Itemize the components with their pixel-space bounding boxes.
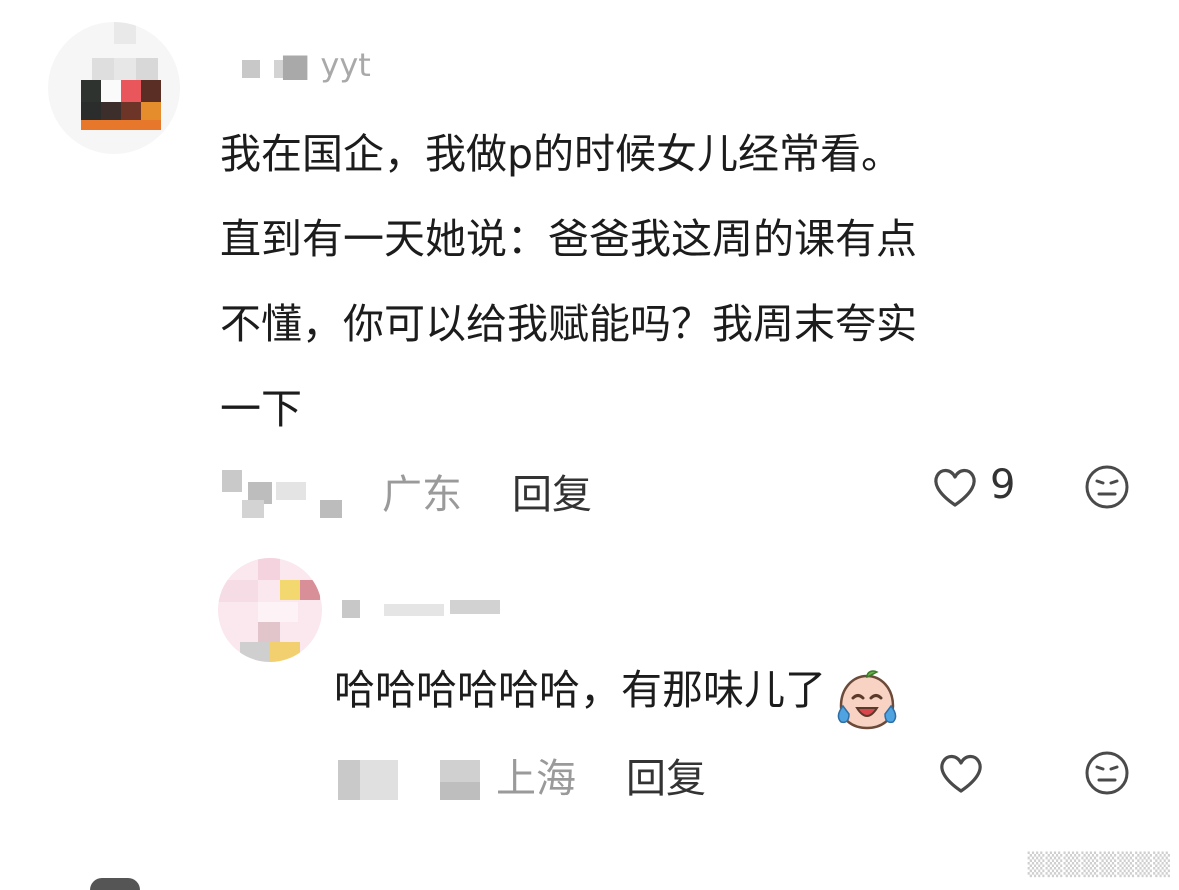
reply-timestamp-obscured xyxy=(338,752,488,802)
reply-button[interactable]: 回复 xyxy=(626,746,706,804)
avatar[interactable] xyxy=(48,22,180,154)
meh-face-icon[interactable] xyxy=(1084,750,1130,796)
laughing-crying-emoji-icon xyxy=(833,668,901,732)
watermark: ▒▒▒▒▒▒▒▒ xyxy=(1027,853,1171,878)
comment-location: 广东 xyxy=(382,472,462,518)
next-comment-avatar xyxy=(90,878,140,890)
heart-icon[interactable] xyxy=(938,752,984,794)
username[interactable] xyxy=(340,598,510,622)
meh-face-icon[interactable] xyxy=(1084,464,1130,510)
heart-icon[interactable] xyxy=(932,466,978,508)
reply-text: 哈哈哈哈哈哈，有那味儿了 xyxy=(334,650,901,730)
avatar[interactable] xyxy=(218,558,322,662)
reply-button[interactable]: 回复 xyxy=(512,462,592,520)
comment-timestamp-obscured xyxy=(222,462,362,520)
like-count: 9 xyxy=(990,462,1016,508)
reply-location: 上海 xyxy=(496,756,576,802)
comment-text: 我在国企，我做p的时候女儿经常看。 直到有一天她说：爸爸我这周的课有点 不懂，你… xyxy=(220,130,917,433)
